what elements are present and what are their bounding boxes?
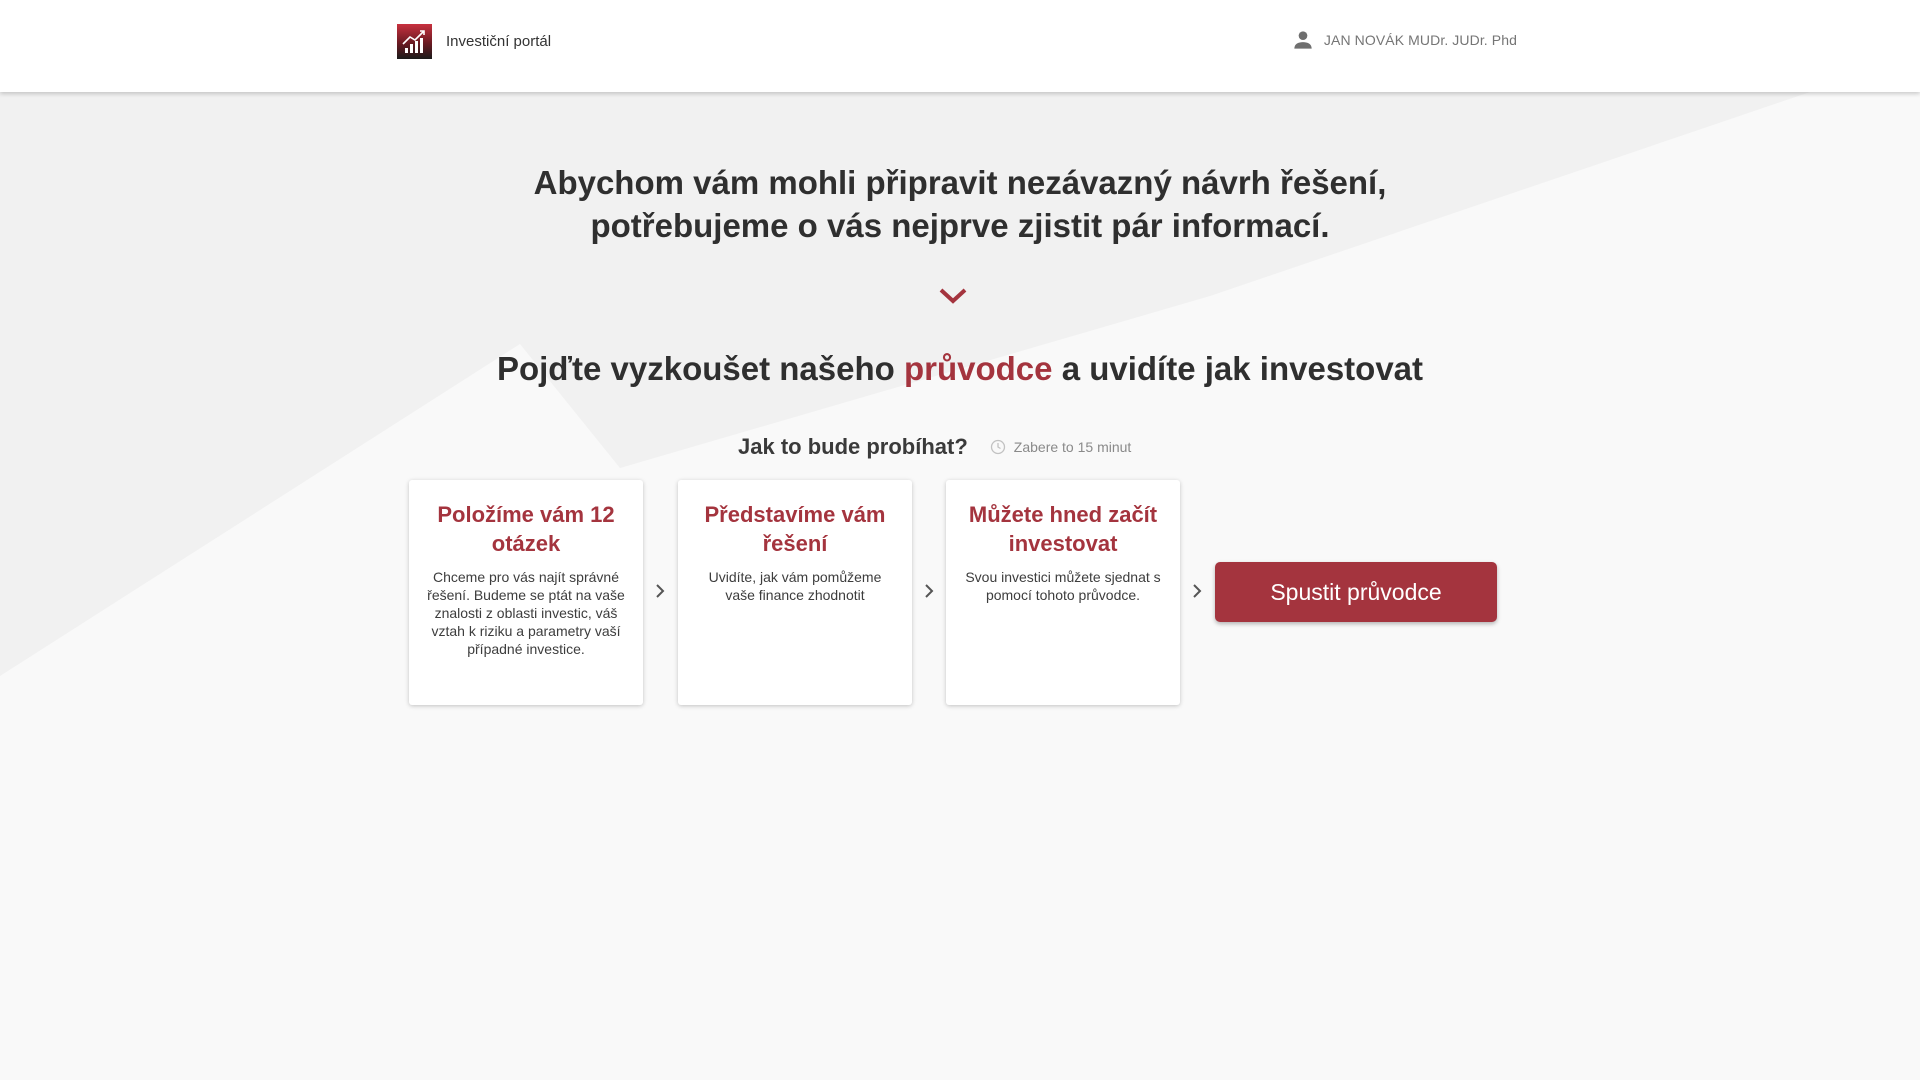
step-card-1: Položíme vám 12 otázek Chceme pro vás na… — [409, 480, 643, 705]
person-icon — [1294, 31, 1312, 49]
top-bar: Investiční portál JAN NOVÁK MUDr. JUDr. … — [0, 0, 1920, 92]
process-title: Jak to bude probíhat? — [738, 434, 968, 459]
headline-text-before: Pojďte vyzkoušet našeho — [496, 350, 904, 387]
chevron-right-icon — [656, 584, 665, 598]
process-header: Jak to bude probíhat? Zabere to 15 minut — [738, 434, 1131, 460]
step-title: Představíme vám řešení — [704, 502, 886, 556]
chevron-down-icon[interactable] — [938, 286, 968, 306]
step-card-2: Představíme vám řešení Uvidíte, jak vám … — [678, 480, 912, 705]
clock-icon — [990, 439, 1005, 455]
step-title: Položíme vám 12 otázek — [437, 502, 615, 556]
step-text: Chceme pro vás najít správné řešení. Bud… — [427, 569, 625, 657]
brand-link[interactable]: Investiční portál — [397, 24, 551, 59]
page-headline: Pojďte vyzkoušet našeho průvodce a uvidí… — [0, 350, 1920, 388]
brand-name: Investiční portál — [446, 33, 552, 50]
user-name: JAN NOVÁK MUDr. JUDr. Phd — [1323, 32, 1517, 48]
headline-text-after: a uvidíte jak investovat — [1052, 350, 1424, 387]
step-card-3: Můžete hned začít investovat Svou invest… — [946, 480, 1180, 705]
duration-text: Zabere to 15 minut — [1013, 439, 1132, 455]
intro-line-2: potřebujeme o vás nejprve zjistit pár in… — [590, 207, 1330, 244]
step-text: Svou investici můžete sjednat s pomocí t… — [965, 569, 1161, 603]
user-menu[interactable]: JAN NOVÁK MUDr. JUDr. Phd — [1290, 27, 1517, 53]
headline-accent: průvodce — [903, 350, 1053, 387]
chevron-right-icon — [925, 584, 934, 598]
intro-text: Abychom vám mohli připravit nezávazný ná… — [0, 161, 1920, 247]
intro-line-1: Abychom vám mohli připravit nezávazný ná… — [533, 164, 1387, 201]
step-text: Uvidíte, jak vám pomůžeme vaše finance z… — [708, 569, 882, 603]
start-wizard-button[interactable]: Spustit průvodce — [1215, 562, 1497, 622]
step-title: Můžete hned začít investovat — [968, 502, 1158, 556]
chevron-right-icon — [1193, 584, 1202, 598]
chart-logo-icon — [397, 24, 432, 59]
